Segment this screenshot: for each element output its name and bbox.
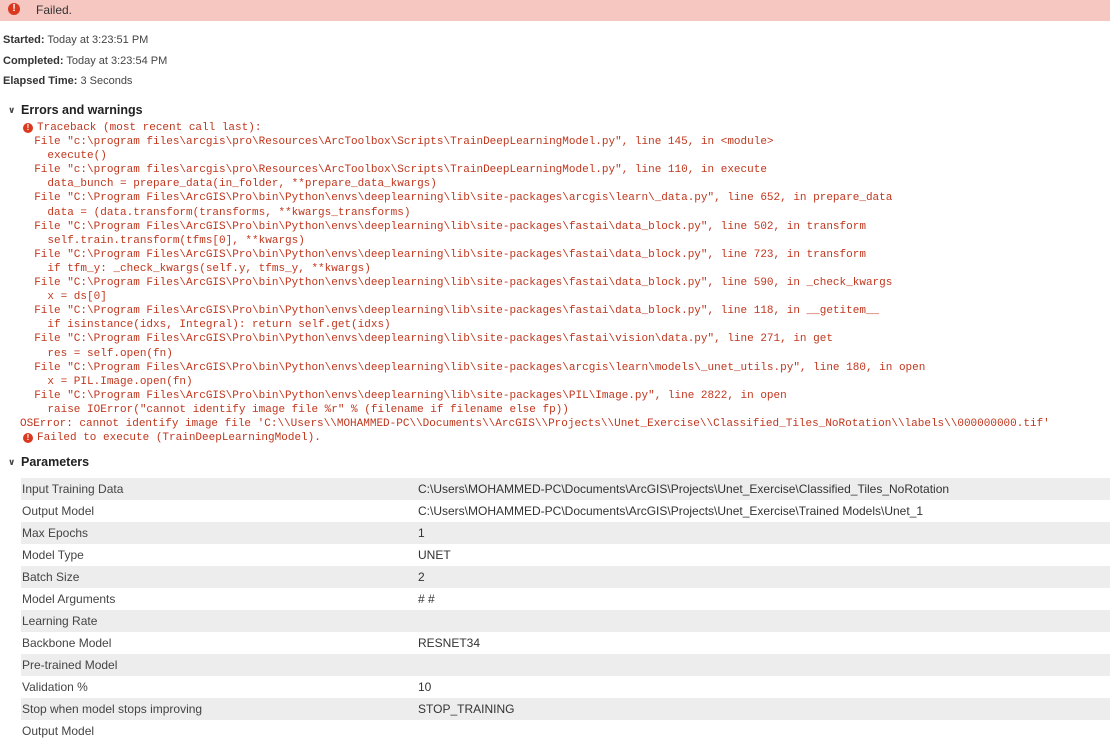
elapsed-label: Elapsed Time: [3,75,78,87]
elapsed-value: 3 Seconds [80,75,133,87]
parameter-row: Backbone Model RESNET34 [21,632,1110,654]
started-label: Started: [3,34,45,46]
traceback-line: if isinstance(idxs, Integral): return se… [21,319,391,332]
error-icon: ! [23,123,33,134]
parameter-row: Input Training Data C:\Users\MOHAMMED-PC\… [21,478,1110,500]
errors-section-toggle[interactable]: ∨ Errors and warnings [8,103,143,117]
parameter-value: C:\Users\MOHAMMED-PC\Documents\ArcGIS\Pr… [418,504,924,518]
parameter-row: Model Arguments # # [21,588,1110,610]
traceback-line: x = PIL.Image.open(fn) [21,375,193,388]
traceback-line: File "c:\program files\arcgis\pro\Resour… [21,136,774,149]
traceback-line: File "C:\Program Files\ArcGIS\Pro\bin\Py… [21,277,893,290]
parameter-row: Batch Size 2 [21,566,1110,588]
parameter-value: 10 [418,680,432,694]
elapsed-row: Elapsed Time: 3 Seconds [3,75,132,87]
traceback-line: data = (data.transform(transforms, **kwa… [21,206,411,219]
traceback-line: data_bunch = prepare_data(in_folder, **p… [21,178,437,191]
parameter-name: Model Type [22,548,84,562]
parameter-name: Output Model [22,504,95,518]
traceback-line: File "C:\Program Files\ArcGIS\Pro\bin\Py… [21,248,866,261]
error-message-text: Failed to execute (TrainDeepLearningMode… [37,432,321,445]
completed-row: Completed: Today at 3:23:54 PM [3,55,167,67]
parameter-name: Validation % [22,680,88,694]
traceback-line: x = ds[0] [21,291,107,304]
parameter-name: Learning Rate [22,614,98,628]
parameter-row: Output Model C:\Users\MOHAMMED-PC\Documen… [21,500,1110,522]
status-banner: ! Failed. [0,0,1110,21]
traceback-line: File "C:\Program Files\ArcGIS\Pro\bin\Py… [21,389,787,402]
parameter-name: Max Epochs [22,526,89,540]
parameters-section-toggle[interactable]: ∨ Parameters [8,455,89,469]
parameter-row: Output Model [21,720,1110,742]
traceback-line: raise IOError("cannot identify image fil… [21,403,569,416]
traceback-line: File "C:\Program Files\ArcGIS\Pro\bin\Py… [21,192,893,205]
error-icon: ! [23,433,33,444]
parameter-value: UNET [418,548,451,562]
parameter-name: Backbone Model [22,636,112,650]
parameter-name: Output Model [22,724,95,738]
error-message-line: ! Failed to execute (TrainDeepLearningMod… [23,431,1106,445]
parameters-section-title: Parameters [21,455,90,469]
parameter-name: Input Training Data [22,482,124,496]
parameters-table: Input Training Data C:\Users\MOHAMMED-PC\… [21,478,1110,742]
parameter-value: STOP_TRAINING [418,702,515,716]
parameter-value: RESNET34 [418,636,481,650]
parameter-name: Stop when model stops improving [22,702,203,716]
parameter-name: Batch Size [22,570,80,584]
completed-value: Today at 3:23:54 PM [66,55,168,67]
parameter-row: Max Epochs 1 [21,522,1110,544]
error-message-line: ! Traceback (most recent call last): [23,121,1106,135]
errors-section-title: Errors and warnings [21,103,143,117]
status-text: Failed. [36,3,73,17]
traceback-line: self.train.transform(tfms[0], **kwargs) [21,234,305,247]
traceback-line: if tfm_y: _check_kwargs(self.y, tfms_y, … [21,262,371,275]
chevron-down-icon: ∨ [8,456,16,467]
traceback-line: res = self.open(fn) [21,347,173,360]
started-row: Started: Today at 3:23:51 PM [3,34,148,46]
traceback-line: execute() [21,150,107,163]
started-value: Today at 3:23:51 PM [47,34,149,46]
parameter-row: Model Type UNET [21,544,1110,566]
traceback-line: File "C:\Program Files\ArcGIS\Pro\bin\Py… [21,305,880,318]
parameter-row: Stop when model stops improving STOP_TRAI… [21,698,1110,720]
traceback-line: OSError: cannot identify image file 'C:\… [20,417,1050,430]
error-messages: ! Traceback (most recent call last): File… [20,121,1106,445]
traceback-line: File "C:\Program Files\ArcGIS\Pro\bin\Py… [21,220,866,233]
error-icon: ! [8,3,20,15]
parameter-value: 2 [418,570,425,584]
parameter-value: # # [418,592,435,606]
traceback-line: File "c:\program files\arcgis\pro\Resour… [21,164,767,177]
parameter-row: Learning Rate [21,610,1110,632]
traceback-line: File "C:\Program Files\ArcGIS\Pro\bin\Py… [21,361,926,374]
parameter-name: Model Arguments [22,592,116,606]
parameter-row: Pre-trained Model [21,654,1110,676]
parameter-row: Validation % 10 [21,676,1110,698]
parameter-value: 1 [418,526,425,540]
completed-label: Completed: [3,55,64,67]
traceback-line: File "C:\Program Files\ArcGIS\Pro\bin\Py… [21,333,833,346]
chevron-down-icon: ∨ [8,104,16,115]
parameter-name: Pre-trained Model [22,658,118,672]
parameter-value: C:\Users\MOHAMMED-PC\Documents\ArcGIS\Pr… [418,482,950,496]
error-message-text: Traceback (most recent call last): [37,122,262,134]
